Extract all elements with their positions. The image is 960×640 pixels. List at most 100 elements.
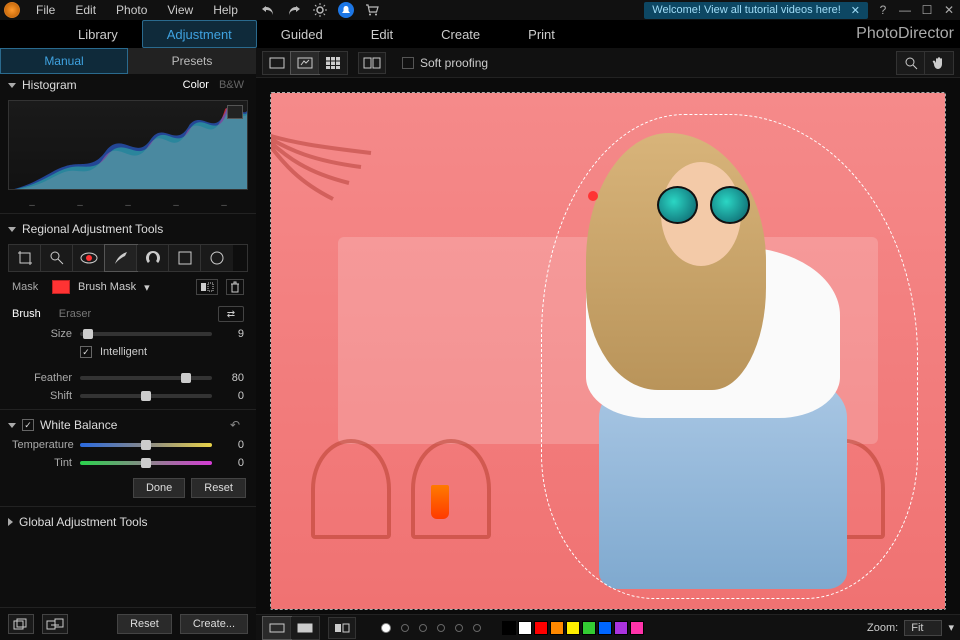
brush-tool-icon[interactable] bbox=[105, 245, 137, 271]
color-swatch[interactable] bbox=[582, 621, 596, 635]
mask-delete-icon[interactable] bbox=[226, 279, 244, 295]
color-swatch[interactable] bbox=[502, 621, 516, 635]
color-swatch[interactable] bbox=[534, 621, 548, 635]
swap-icon[interactable]: ⇄ bbox=[218, 306, 244, 322]
color-swatch[interactable] bbox=[598, 621, 612, 635]
histogram-plot bbox=[8, 100, 248, 190]
paste-settings-icon[interactable] bbox=[42, 614, 68, 634]
color-swatch[interactable] bbox=[630, 621, 644, 635]
collapse-icon bbox=[8, 423, 16, 428]
size-label: Size bbox=[12, 328, 72, 340]
menu-view[interactable]: View bbox=[161, 1, 199, 19]
module-guided[interactable]: Guided bbox=[257, 20, 347, 48]
temperature-slider[interactable] bbox=[80, 443, 212, 447]
view-grid-icon[interactable] bbox=[319, 52, 347, 74]
whitebalance-header[interactable]: ✓ White Balance ↶ bbox=[0, 414, 256, 436]
size-slider[interactable] bbox=[80, 332, 212, 336]
menu-edit[interactable]: Edit bbox=[69, 1, 102, 19]
tutorial-text: Welcome! View all tutorial videos here! bbox=[652, 4, 841, 16]
intelligent-checkbox[interactable]: ✓ bbox=[80, 346, 92, 358]
zoom-tool-icon[interactable] bbox=[897, 52, 925, 74]
swatch-radio[interactable] bbox=[437, 624, 445, 632]
footer-create-button[interactable]: Create... bbox=[180, 614, 248, 634]
swatch-radio[interactable] bbox=[455, 624, 463, 632]
spot-tool-icon[interactable] bbox=[41, 245, 73, 271]
module-create[interactable]: Create bbox=[417, 20, 504, 48]
whitebalance-reset-icon[interactable]: ↶ bbox=[230, 418, 248, 432]
whitebalance-checkbox[interactable]: ✓ bbox=[22, 419, 34, 431]
view-before-after-icon[interactable] bbox=[291, 52, 319, 74]
view-compare-icon[interactable] bbox=[358, 52, 386, 74]
subject-person bbox=[568, 124, 878, 599]
mask-isolate-icon[interactable] bbox=[328, 617, 356, 639]
subtab-presets[interactable]: Presets bbox=[128, 48, 256, 74]
global-header[interactable]: Global Adjustment Tools bbox=[0, 511, 256, 533]
gradient-rect-tool-icon[interactable] bbox=[169, 245, 201, 271]
menu-help[interactable]: Help bbox=[207, 1, 244, 19]
collapse-icon bbox=[8, 83, 16, 88]
mask-name[interactable]: Brush Mask bbox=[78, 281, 136, 293]
swatch-radio[interactable] bbox=[419, 624, 427, 632]
subtab-manual[interactable]: Manual bbox=[0, 48, 128, 74]
histogram-expand-icon[interactable] bbox=[227, 105, 243, 119]
histogram-legend: ––––– bbox=[0, 198, 256, 213]
mask-swatch[interactable] bbox=[52, 280, 70, 294]
maximize-icon[interactable]: ☐ bbox=[920, 3, 934, 17]
menu-file[interactable]: File bbox=[30, 1, 61, 19]
color-swatch[interactable] bbox=[614, 621, 628, 635]
brand-label: PhotoDirector bbox=[856, 25, 954, 43]
copy-settings-icon[interactable] bbox=[8, 614, 34, 634]
footer-reset-button[interactable]: Reset bbox=[117, 614, 172, 634]
mask-dropdown-icon[interactable]: ▾ bbox=[144, 281, 150, 294]
undo-icon[interactable] bbox=[260, 2, 276, 18]
mode-eraser[interactable]: Eraser bbox=[59, 308, 91, 320]
tutorial-close-icon[interactable]: ✕ bbox=[851, 4, 860, 17]
viewer-footer: Zoom: Fit ▾ bbox=[256, 614, 960, 640]
module-library[interactable]: Library bbox=[54, 20, 142, 48]
minimize-icon[interactable]: — bbox=[898, 3, 912, 17]
redeye-tool-icon[interactable] bbox=[73, 245, 105, 271]
color-swatch[interactable] bbox=[566, 621, 580, 635]
swatch-radio[interactable] bbox=[381, 623, 391, 633]
view-single-icon[interactable] bbox=[263, 52, 291, 74]
zoom-select[interactable]: Fit bbox=[904, 620, 942, 636]
zoom-label: Zoom: bbox=[867, 622, 898, 634]
zoom-dropdown-icon[interactable]: ▾ bbox=[948, 621, 954, 634]
reset-button[interactable]: Reset bbox=[191, 478, 246, 498]
histogram-mode-color[interactable]: Color bbox=[179, 78, 213, 92]
regional-header[interactable]: Regional Adjustment Tools bbox=[0, 218, 256, 240]
notification-bell-icon[interactable] bbox=[338, 2, 354, 18]
module-print[interactable]: Print bbox=[504, 20, 579, 48]
gradient-radial-tool-icon[interactable] bbox=[201, 245, 233, 271]
cart-icon[interactable] bbox=[364, 2, 380, 18]
swatch-radio[interactable] bbox=[401, 624, 409, 632]
image-canvas[interactable] bbox=[270, 92, 946, 610]
softproof-checkbox[interactable] bbox=[402, 57, 414, 69]
selection-tool-icon[interactable] bbox=[137, 245, 169, 271]
help-icon[interactable]: ? bbox=[876, 3, 890, 17]
menu-photo[interactable]: Photo bbox=[110, 1, 153, 19]
tutorial-banner[interactable]: Welcome! View all tutorial videos here! … bbox=[644, 2, 868, 19]
mode-brush[interactable]: Brush bbox=[12, 308, 41, 320]
histogram-header[interactable]: Histogram Color B&W bbox=[0, 74, 256, 96]
redo-icon[interactable] bbox=[286, 2, 302, 18]
swatch-radio[interactable] bbox=[473, 624, 481, 632]
mask-invert-icon[interactable] bbox=[196, 279, 218, 295]
done-button[interactable]: Done bbox=[133, 478, 185, 498]
color-swatch[interactable] bbox=[518, 621, 532, 635]
module-edit[interactable]: Edit bbox=[347, 20, 417, 48]
expand-icon bbox=[8, 518, 13, 526]
color-swatch[interactable] bbox=[550, 621, 564, 635]
crop-tool-icon[interactable] bbox=[9, 245, 41, 271]
mask-view-bw-icon[interactable] bbox=[291, 617, 319, 639]
shift-slider[interactable] bbox=[80, 394, 212, 398]
settings-gear-icon[interactable] bbox=[312, 2, 328, 18]
histogram-mode-bw[interactable]: B&W bbox=[215, 78, 248, 92]
feather-slider[interactable] bbox=[80, 376, 212, 380]
tint-slider[interactable] bbox=[80, 461, 212, 465]
mask-view-overlay-icon[interactable] bbox=[263, 617, 291, 639]
histogram-title: Histogram bbox=[22, 78, 77, 92]
close-icon[interactable]: ✕ bbox=[942, 3, 956, 17]
pan-tool-icon[interactable] bbox=[925, 52, 953, 74]
module-adjustment[interactable]: Adjustment bbox=[142, 20, 257, 48]
